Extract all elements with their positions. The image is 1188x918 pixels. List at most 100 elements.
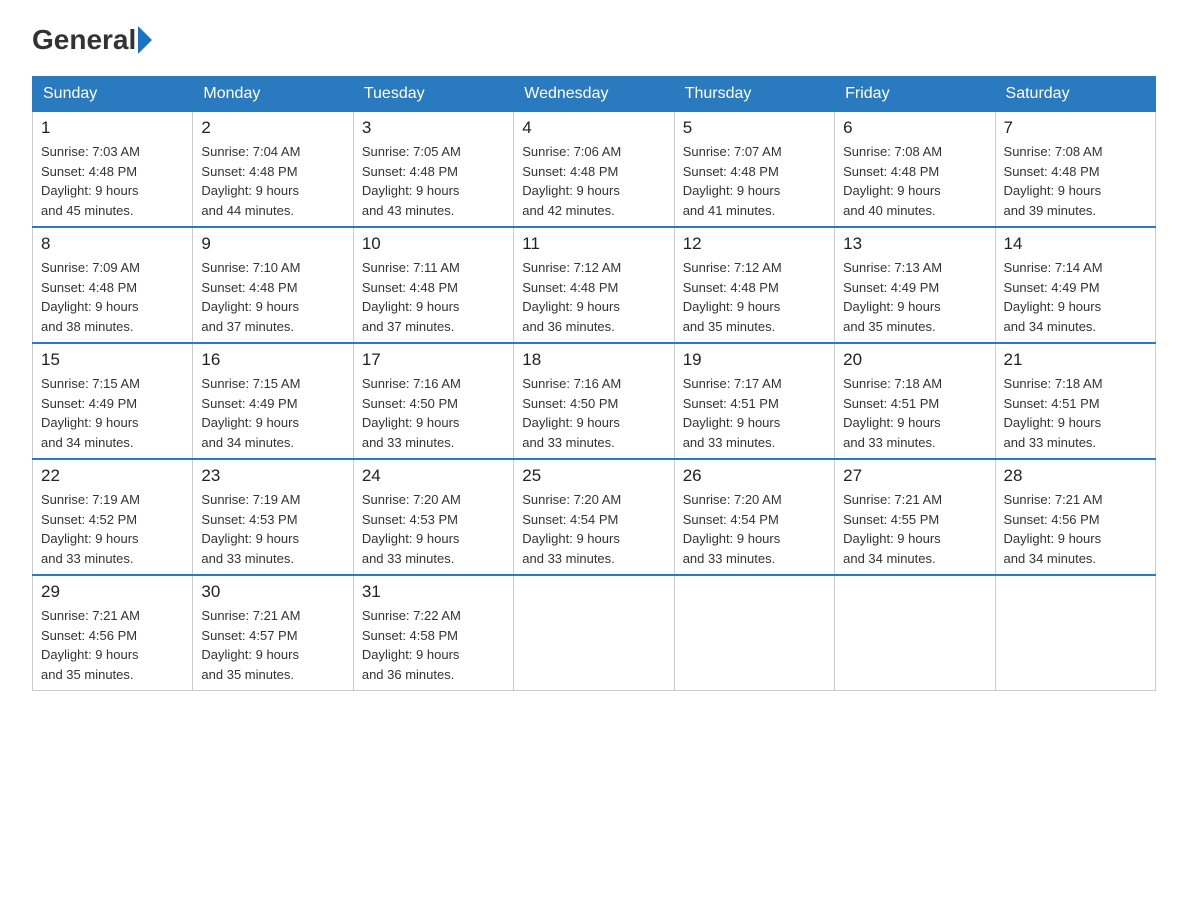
day-number: 10 [362, 234, 505, 254]
day-number: 18 [522, 350, 665, 370]
table-row: 12 Sunrise: 7:12 AM Sunset: 4:48 PM Dayl… [674, 227, 834, 343]
day-info: Sunrise: 7:21 AM Sunset: 4:55 PM Dayligh… [843, 490, 986, 568]
day-info: Sunrise: 7:13 AM Sunset: 4:49 PM Dayligh… [843, 258, 986, 336]
table-row: 10 Sunrise: 7:11 AM Sunset: 4:48 PM Dayl… [353, 227, 513, 343]
table-row: 17 Sunrise: 7:16 AM Sunset: 4:50 PM Dayl… [353, 343, 513, 459]
day-info: Sunrise: 7:21 AM Sunset: 4:56 PM Dayligh… [1004, 490, 1147, 568]
day-info: Sunrise: 7:14 AM Sunset: 4:49 PM Dayligh… [1004, 258, 1147, 336]
table-row: 31 Sunrise: 7:22 AM Sunset: 4:58 PM Dayl… [353, 575, 513, 691]
day-info: Sunrise: 7:15 AM Sunset: 4:49 PM Dayligh… [201, 374, 344, 452]
col-friday: Friday [835, 77, 995, 112]
table-row [514, 575, 674, 691]
day-info: Sunrise: 7:20 AM Sunset: 4:53 PM Dayligh… [362, 490, 505, 568]
day-info: Sunrise: 7:16 AM Sunset: 4:50 PM Dayligh… [362, 374, 505, 452]
day-info: Sunrise: 7:22 AM Sunset: 4:58 PM Dayligh… [362, 606, 505, 684]
calendar-table: Sunday Monday Tuesday Wednesday Thursday… [32, 76, 1156, 691]
day-number: 2 [201, 118, 344, 138]
day-number: 22 [41, 466, 184, 486]
table-row: 16 Sunrise: 7:15 AM Sunset: 4:49 PM Dayl… [193, 343, 353, 459]
day-number: 31 [362, 582, 505, 602]
table-row: 5 Sunrise: 7:07 AM Sunset: 4:48 PM Dayli… [674, 112, 834, 228]
day-number: 20 [843, 350, 986, 370]
table-row: 25 Sunrise: 7:20 AM Sunset: 4:54 PM Dayl… [514, 459, 674, 575]
table-row: 3 Sunrise: 7:05 AM Sunset: 4:48 PM Dayli… [353, 112, 513, 228]
day-number: 16 [201, 350, 344, 370]
day-info: Sunrise: 7:21 AM Sunset: 4:57 PM Dayligh… [201, 606, 344, 684]
table-row: 1 Sunrise: 7:03 AM Sunset: 4:48 PM Dayli… [33, 112, 193, 228]
page-header: General [32, 24, 1156, 56]
table-row: 13 Sunrise: 7:13 AM Sunset: 4:49 PM Dayl… [835, 227, 995, 343]
day-info: Sunrise: 7:12 AM Sunset: 4:48 PM Dayligh… [522, 258, 665, 336]
day-number: 29 [41, 582, 184, 602]
table-row: 15 Sunrise: 7:15 AM Sunset: 4:49 PM Dayl… [33, 343, 193, 459]
day-number: 7 [1004, 118, 1147, 138]
day-info: Sunrise: 7:10 AM Sunset: 4:48 PM Dayligh… [201, 258, 344, 336]
day-info: Sunrise: 7:15 AM Sunset: 4:49 PM Dayligh… [41, 374, 184, 452]
table-row: 27 Sunrise: 7:21 AM Sunset: 4:55 PM Dayl… [835, 459, 995, 575]
table-row: 21 Sunrise: 7:18 AM Sunset: 4:51 PM Dayl… [995, 343, 1155, 459]
logo-general-text: General [32, 24, 136, 56]
col-monday: Monday [193, 77, 353, 112]
day-info: Sunrise: 7:11 AM Sunset: 4:48 PM Dayligh… [362, 258, 505, 336]
day-info: Sunrise: 7:18 AM Sunset: 4:51 PM Dayligh… [843, 374, 986, 452]
day-number: 4 [522, 118, 665, 138]
day-info: Sunrise: 7:05 AM Sunset: 4:48 PM Dayligh… [362, 142, 505, 220]
day-info: Sunrise: 7:09 AM Sunset: 4:48 PM Dayligh… [41, 258, 184, 336]
day-number: 15 [41, 350, 184, 370]
table-row: 4 Sunrise: 7:06 AM Sunset: 4:48 PM Dayli… [514, 112, 674, 228]
calendar-week-4: 22 Sunrise: 7:19 AM Sunset: 4:52 PM Dayl… [33, 459, 1156, 575]
day-number: 23 [201, 466, 344, 486]
day-number: 19 [683, 350, 826, 370]
table-row: 28 Sunrise: 7:21 AM Sunset: 4:56 PM Dayl… [995, 459, 1155, 575]
table-row: 19 Sunrise: 7:17 AM Sunset: 4:51 PM Dayl… [674, 343, 834, 459]
day-info: Sunrise: 7:20 AM Sunset: 4:54 PM Dayligh… [522, 490, 665, 568]
day-number: 8 [41, 234, 184, 254]
day-info: Sunrise: 7:03 AM Sunset: 4:48 PM Dayligh… [41, 142, 184, 220]
day-info: Sunrise: 7:06 AM Sunset: 4:48 PM Dayligh… [522, 142, 665, 220]
table-row: 18 Sunrise: 7:16 AM Sunset: 4:50 PM Dayl… [514, 343, 674, 459]
calendar-week-3: 15 Sunrise: 7:15 AM Sunset: 4:49 PM Dayl… [33, 343, 1156, 459]
col-thursday: Thursday [674, 77, 834, 112]
day-info: Sunrise: 7:19 AM Sunset: 4:52 PM Dayligh… [41, 490, 184, 568]
calendar-week-2: 8 Sunrise: 7:09 AM Sunset: 4:48 PM Dayli… [33, 227, 1156, 343]
calendar-week-1: 1 Sunrise: 7:03 AM Sunset: 4:48 PM Dayli… [33, 112, 1156, 228]
day-number: 21 [1004, 350, 1147, 370]
day-number: 1 [41, 118, 184, 138]
col-sunday: Sunday [33, 77, 193, 112]
table-row: 8 Sunrise: 7:09 AM Sunset: 4:48 PM Dayli… [33, 227, 193, 343]
day-number: 30 [201, 582, 344, 602]
day-number: 14 [1004, 234, 1147, 254]
table-row [995, 575, 1155, 691]
calendar-header-row: Sunday Monday Tuesday Wednesday Thursday… [33, 77, 1156, 112]
table-row: 2 Sunrise: 7:04 AM Sunset: 4:48 PM Dayli… [193, 112, 353, 228]
table-row: 9 Sunrise: 7:10 AM Sunset: 4:48 PM Dayli… [193, 227, 353, 343]
table-row [674, 575, 834, 691]
day-info: Sunrise: 7:07 AM Sunset: 4:48 PM Dayligh… [683, 142, 826, 220]
table-row: 14 Sunrise: 7:14 AM Sunset: 4:49 PM Dayl… [995, 227, 1155, 343]
day-number: 3 [362, 118, 505, 138]
day-number: 5 [683, 118, 826, 138]
table-row: 24 Sunrise: 7:20 AM Sunset: 4:53 PM Dayl… [353, 459, 513, 575]
table-row: 30 Sunrise: 7:21 AM Sunset: 4:57 PM Dayl… [193, 575, 353, 691]
day-info: Sunrise: 7:16 AM Sunset: 4:50 PM Dayligh… [522, 374, 665, 452]
day-info: Sunrise: 7:17 AM Sunset: 4:51 PM Dayligh… [683, 374, 826, 452]
day-number: 12 [683, 234, 826, 254]
day-number: 28 [1004, 466, 1147, 486]
day-info: Sunrise: 7:19 AM Sunset: 4:53 PM Dayligh… [201, 490, 344, 568]
table-row: 23 Sunrise: 7:19 AM Sunset: 4:53 PM Dayl… [193, 459, 353, 575]
day-info: Sunrise: 7:08 AM Sunset: 4:48 PM Dayligh… [1004, 142, 1147, 220]
table-row: 6 Sunrise: 7:08 AM Sunset: 4:48 PM Dayli… [835, 112, 995, 228]
day-number: 17 [362, 350, 505, 370]
day-number: 24 [362, 466, 505, 486]
logo: General [32, 24, 154, 56]
day-info: Sunrise: 7:20 AM Sunset: 4:54 PM Dayligh… [683, 490, 826, 568]
col-tuesday: Tuesday [353, 77, 513, 112]
table-row: 29 Sunrise: 7:21 AM Sunset: 4:56 PM Dayl… [33, 575, 193, 691]
col-wednesday: Wednesday [514, 77, 674, 112]
day-number: 26 [683, 466, 826, 486]
day-number: 6 [843, 118, 986, 138]
table-row: 11 Sunrise: 7:12 AM Sunset: 4:48 PM Dayl… [514, 227, 674, 343]
table-row [835, 575, 995, 691]
table-row: 22 Sunrise: 7:19 AM Sunset: 4:52 PM Dayl… [33, 459, 193, 575]
table-row: 7 Sunrise: 7:08 AM Sunset: 4:48 PM Dayli… [995, 112, 1155, 228]
